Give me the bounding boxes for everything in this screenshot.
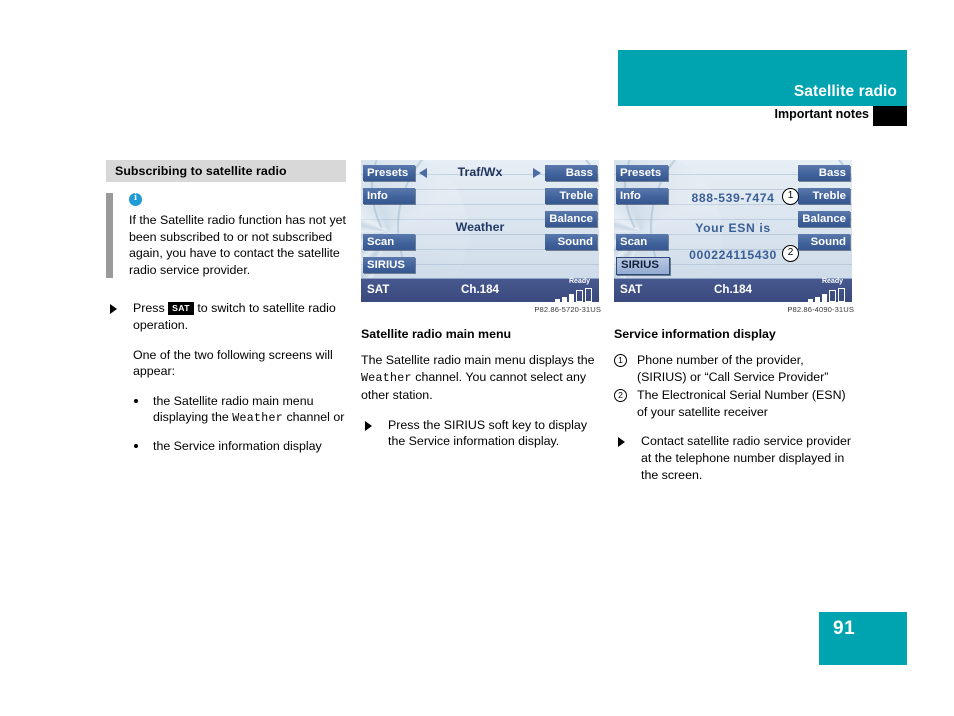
softkey-scan[interactable]: Scan: [363, 234, 415, 250]
note-side-bar: [106, 193, 113, 279]
sat-key-icon: SAT: [168, 301, 194, 315]
instruction-text: Contact satellite radio service provider…: [641, 434, 852, 482]
figure-image-code: P82.86-5720-31US: [534, 305, 601, 314]
body-text-before: The Satellite radio main menu displays t…: [361, 353, 595, 367]
bullet-text-before: the Service information display: [153, 438, 322, 453]
instruction-press-sat: Press SAT to switch to satellite radio o…: [106, 300, 346, 333]
esn-label: Your ESN is: [695, 221, 771, 235]
right-arrow-icon[interactable]: [533, 168, 541, 178]
section-heading: Subscribing to satellite radio: [106, 160, 346, 182]
header-black-marker: [873, 106, 907, 126]
middle-column: Presets Info Scan SIRIUS Bass Treble Bal…: [361, 160, 601, 463]
callout-marker-2: 2: [782, 245, 799, 262]
page-subtitle: Important notes: [774, 107, 869, 121]
dot-bullet-icon: [134, 443, 138, 448]
info-note-text: If the Satellite radio function has not …: [129, 213, 346, 277]
softkey-treble[interactable]: Treble: [545, 188, 597, 204]
bullet-mono-term: Weather: [232, 412, 284, 426]
numbered-item-text: The Electronical Serial Number (ESN) of …: [637, 388, 846, 419]
number-circle-icon: 1: [614, 354, 627, 367]
page-title: Satellite radio: [793, 83, 897, 100]
softkey-sound[interactable]: Sound: [545, 234, 597, 250]
instruction-text: Press the SIRIUS soft key to display the…: [388, 417, 588, 449]
info-note: If the Satellite radio function has not …: [106, 192, 346, 279]
figure-image-code: P82.86-4090-31US: [787, 305, 854, 314]
body-paragraph: The Satellite radio main menu displays t…: [361, 352, 601, 404]
instruction-prefix: Press: [133, 301, 165, 316]
arrow-bullet-icon: [365, 420, 372, 431]
satellite-radio-main-menu-display[interactable]: Presets Info Scan SIRIUS Bass Treble Bal…: [361, 160, 599, 302]
signal-strength-icon: [555, 288, 592, 302]
softkey-presets[interactable]: Presets: [616, 165, 668, 181]
page-number: 91: [833, 618, 856, 639]
dot-bullet-icon: [134, 398, 138, 403]
softkey-balance[interactable]: Balance: [545, 211, 597, 227]
number-circle-icon: 2: [614, 389, 627, 403]
instruction-press-sirius: Press the SIRIUS soft key to display the…: [361, 417, 601, 450]
callout-marker-1: 1: [782, 188, 799, 205]
arrow-bullet-icon: [110, 304, 117, 315]
bullet-text-after: channel or: [283, 410, 345, 425]
info-icon: [129, 192, 142, 206]
service-information-display[interactable]: Presets Info Scan SIRIUS Bass Treble Bal…: [614, 160, 852, 302]
page-subheader: Important notes: [618, 106, 907, 126]
softkey-sirius[interactable]: SIRIUS: [363, 257, 415, 273]
left-column: Subscribing to satellite radio If the Sa…: [106, 160, 346, 465]
numbered-item-2: 2 The Electronical Serial Number (ESN) o…: [614, 387, 854, 420]
display-status-bar: SAT Ch.184 Ready: [614, 278, 852, 302]
figure-caption: Service information display: [614, 327, 776, 341]
status-ready-label: Ready: [568, 278, 590, 285]
softkey-treble[interactable]: Treble: [798, 188, 850, 204]
list-item: the Service information display: [106, 438, 346, 455]
arrow-bullet-icon: [618, 437, 625, 448]
status-ready-label: Ready: [821, 278, 843, 285]
softkey-info[interactable]: Info: [616, 188, 668, 204]
display-station-label: Weather: [455, 220, 505, 234]
softkey-sirius-active[interactable]: SIRIUS: [616, 257, 670, 275]
softkey-sound[interactable]: Sound: [798, 234, 850, 250]
provider-phone-number: 888-539-7474: [691, 191, 775, 205]
right-column: Presets Info Scan SIRIUS Bass Treble Bal…: [614, 160, 854, 496]
page-number-box: 91: [819, 612, 907, 665]
numbered-item-1: 1 Phone number of the provider, (SIRIUS)…: [614, 352, 854, 385]
signal-strength-icon: [808, 288, 845, 302]
instruction-contact-provider: Contact satellite radio service provider…: [614, 433, 854, 483]
esn-number: 000224115430: [689, 248, 777, 262]
lead-in-text: One of the two following screens will ap…: [133, 347, 333, 379]
body-mono-term: Weather: [361, 371, 412, 385]
softkey-balance[interactable]: Balance: [798, 211, 850, 227]
figure-caption: Satellite radio main menu: [361, 327, 512, 341]
numbered-item-text: Phone number of the provider, (SIRIUS) o…: [637, 353, 829, 384]
softkey-info[interactable]: Info: [363, 188, 415, 204]
page-header-bar: Satellite radio: [618, 50, 907, 106]
softkey-scan[interactable]: Scan: [616, 234, 668, 250]
display-status-bar: SAT Ch.184 Ready: [361, 278, 599, 302]
display-category-label: Traf/Wx: [457, 165, 503, 179]
list-item: the Satellite radio main menu displaying…: [106, 393, 346, 428]
softkey-bass[interactable]: Bass: [798, 165, 850, 181]
